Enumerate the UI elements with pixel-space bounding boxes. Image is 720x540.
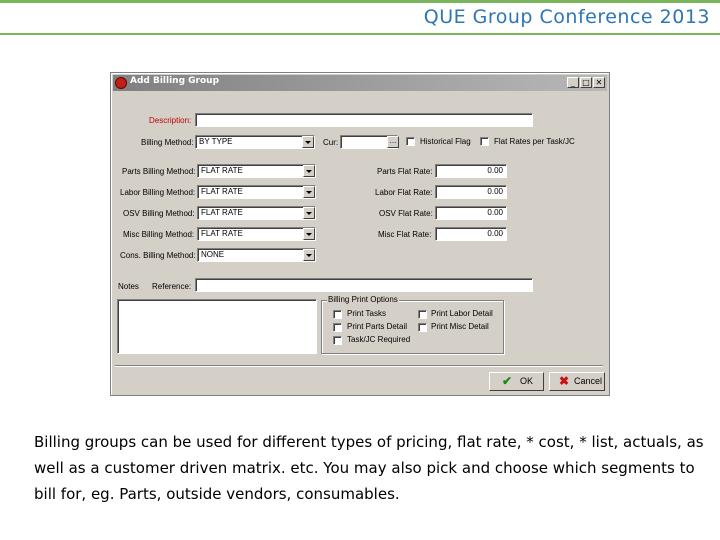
labor-flat-rate-input[interactable]: 0.00 bbox=[435, 185, 507, 199]
button-separator bbox=[115, 365, 603, 367]
osv-billing-method-label: OSV Billing Method: bbox=[123, 209, 195, 218]
osv-flat-rate-input[interactable]: 0.00 bbox=[435, 206, 507, 220]
description-input[interactable] bbox=[195, 113, 533, 127]
print-labor-detail-checkbox[interactable] bbox=[418, 310, 427, 319]
x-icon: ✖ bbox=[559, 374, 570, 388]
header-divider bbox=[0, 33, 720, 35]
billing-method-label: Billing Method: bbox=[141, 138, 194, 147]
labor-flat-rate-value: 0.00 bbox=[487, 187, 503, 196]
print-parts-detail-label: Print Parts Detail bbox=[347, 322, 408, 331]
osv-flat-rate-value: 0.00 bbox=[487, 208, 503, 217]
parts-flat-rate-label: Parts Flat Rate: bbox=[377, 167, 433, 176]
print-misc-detail-label: Print Misc Detail bbox=[431, 322, 489, 331]
cancel-button[interactable]: ✖ Cancel bbox=[549, 372, 605, 391]
ok-button[interactable]: ✔ OK bbox=[489, 372, 544, 391]
task-jc-required-checkbox[interactable] bbox=[333, 336, 342, 345]
billing-method-select[interactable]: BY TYPE bbox=[195, 135, 315, 149]
labor-flat-rate-label: Labor Flat Rate: bbox=[375, 188, 433, 197]
flat-rates-per-task-checkbox[interactable] bbox=[480, 137, 489, 146]
parts-flat-rate-value: 0.00 bbox=[487, 166, 503, 175]
conference-title: QUE Group Conference 2013 bbox=[423, 6, 710, 28]
minimize-button[interactable]: _ bbox=[567, 77, 579, 88]
slide-caption: Billing groups can be used for different… bbox=[34, 433, 704, 503]
billing-print-options-title: Billing Print Options bbox=[327, 295, 399, 304]
ok-button-label: OK bbox=[520, 376, 534, 386]
cancel-button-label: Cancel bbox=[574, 376, 603, 386]
cur-label: Cur: bbox=[323, 138, 339, 147]
dialog-titlebar[interactable]: Add Billing Group _ □ ✕ bbox=[113, 75, 607, 91]
notes-textarea[interactable] bbox=[117, 299, 317, 354]
misc-flat-rate-input[interactable]: 0.00 bbox=[435, 227, 507, 241]
misc-billing-method-select[interactable]: FLAT RATE bbox=[197, 227, 316, 241]
parts-billing-method-value: FLAT RATE bbox=[201, 166, 243, 175]
chevron-down-icon[interactable] bbox=[302, 136, 314, 148]
historical-flag-label: Historical Flag bbox=[420, 137, 471, 146]
parts-flat-rate-input[interactable]: 0.00 bbox=[435, 164, 507, 178]
add-billing-group-dialog: Add Billing Group _ □ ✕ Description: Bil… bbox=[110, 72, 610, 396]
billing-method-value: BY TYPE bbox=[199, 137, 233, 146]
misc-flat-rate-label: Misc Flat Rate: bbox=[378, 230, 432, 239]
parts-billing-method-label: Parts Billing Method: bbox=[122, 167, 196, 176]
reference-input[interactable] bbox=[195, 278, 533, 292]
print-labor-detail-label: Print Labor Detail bbox=[431, 309, 493, 318]
historical-flag-checkbox[interactable] bbox=[406, 137, 415, 146]
cons-billing-method-select[interactable]: NONE bbox=[197, 248, 316, 262]
osv-billing-method-select[interactable]: FLAT RATE bbox=[197, 206, 316, 220]
app-icon bbox=[115, 77, 127, 89]
misc-billing-method-label: Misc Billing Method: bbox=[123, 230, 195, 239]
maximize-button[interactable]: □ bbox=[580, 77, 592, 88]
notes-label: Notes bbox=[118, 282, 139, 291]
chevron-down-icon[interactable] bbox=[303, 228, 315, 240]
print-tasks-label: Print Tasks bbox=[347, 309, 386, 318]
chevron-down-icon[interactable] bbox=[303, 165, 315, 177]
osv-flat-rate-label: OSV Flat Rate: bbox=[379, 209, 433, 218]
print-parts-detail-checkbox[interactable] bbox=[333, 323, 342, 332]
description-label: Description: bbox=[149, 116, 192, 125]
cons-billing-method-value: NONE bbox=[201, 250, 225, 259]
task-jc-required-label: Task/JC Required bbox=[347, 335, 411, 344]
dialog-title: Add Billing Group bbox=[130, 76, 220, 86]
checkmark-icon: ✔ bbox=[502, 374, 513, 388]
print-misc-detail-checkbox[interactable] bbox=[418, 323, 427, 332]
cur-browse-button[interactable]: ... bbox=[387, 136, 399, 148]
close-button[interactable]: ✕ bbox=[593, 77, 605, 88]
labor-billing-method-label: Labor Billing Method: bbox=[120, 188, 196, 197]
header-accent-bar bbox=[0, 0, 720, 3]
print-tasks-checkbox[interactable] bbox=[333, 310, 342, 319]
labor-billing-method-select[interactable]: FLAT RATE bbox=[197, 185, 316, 199]
chevron-down-icon[interactable] bbox=[303, 207, 315, 219]
osv-billing-method-value: FLAT RATE bbox=[201, 208, 243, 217]
flat-rates-per-task-label: Flat Rates per Task/JC bbox=[494, 137, 575, 146]
labor-billing-method-value: FLAT RATE bbox=[201, 187, 243, 196]
parts-billing-method-select[interactable]: FLAT RATE bbox=[197, 164, 316, 178]
chevron-down-icon[interactable] bbox=[303, 249, 315, 261]
reference-label: Reference: bbox=[152, 282, 192, 291]
misc-billing-method-value: FLAT RATE bbox=[201, 229, 243, 238]
chevron-down-icon[interactable] bbox=[303, 186, 315, 198]
cons-billing-method-label: Cons. Billing Method: bbox=[120, 251, 196, 260]
misc-flat-rate-value: 0.00 bbox=[487, 229, 503, 238]
